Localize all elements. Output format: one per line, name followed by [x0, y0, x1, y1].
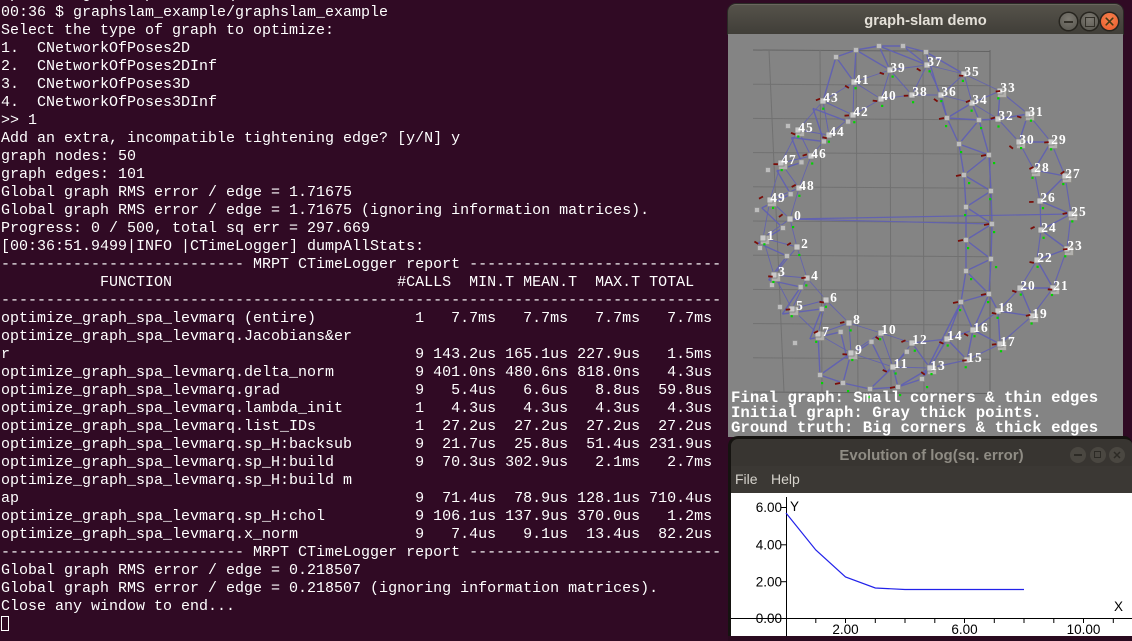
svg-text:23: 23 — [1067, 238, 1082, 253]
svg-text:37: 37 — [927, 54, 942, 69]
svg-text:45: 45 — [798, 120, 813, 135]
svg-text:28: 28 — [1034, 160, 1049, 175]
svg-text:29: 29 — [1051, 132, 1066, 147]
svg-text:31: 31 — [1028, 104, 1043, 119]
svg-text:18: 18 — [998, 300, 1013, 315]
svg-text:Y: Y — [790, 499, 799, 514]
svg-text:36: 36 — [941, 84, 956, 99]
svg-text:4.00: 4.00 — [756, 538, 782, 553]
svg-text:8: 8 — [853, 312, 861, 327]
svg-text:27: 27 — [1065, 166, 1080, 181]
svg-text:40: 40 — [881, 88, 896, 103]
svg-text:17: 17 — [1000, 334, 1015, 349]
svg-text:6.00: 6.00 — [951, 622, 977, 636]
svg-text:47: 47 — [781, 152, 796, 167]
svg-text:3: 3 — [778, 264, 786, 279]
svg-text:7: 7 — [822, 324, 830, 339]
svg-text:46: 46 — [811, 146, 826, 161]
svg-text:0: 0 — [794, 208, 802, 223]
svg-text:12: 12 — [912, 332, 927, 347]
svg-text:1: 1 — [767, 228, 775, 243]
svg-text:11: 11 — [894, 356, 909, 371]
svg-text:39: 39 — [890, 60, 905, 75]
svg-text:19: 19 — [1032, 306, 1047, 321]
svg-text:16: 16 — [973, 320, 988, 335]
svg-text:30: 30 — [1019, 132, 1034, 147]
svg-text:6: 6 — [830, 290, 838, 305]
svg-text:21: 21 — [1053, 278, 1068, 293]
svg-text:14: 14 — [947, 328, 962, 343]
svg-text:24: 24 — [1041, 220, 1056, 235]
svg-text:42: 42 — [853, 104, 868, 119]
svg-text:33: 33 — [1000, 80, 1015, 95]
svg-text:15: 15 — [967, 350, 982, 365]
svg-text:41: 41 — [854, 72, 869, 87]
svg-text:10: 10 — [881, 322, 896, 337]
svg-text:49: 49 — [770, 190, 785, 205]
svg-text:2: 2 — [801, 236, 809, 251]
svg-text:35: 35 — [964, 64, 979, 79]
svg-text:6.00: 6.00 — [756, 500, 782, 515]
svg-text:9: 9 — [855, 342, 863, 357]
svg-text:48: 48 — [799, 178, 814, 193]
svg-text:2.00: 2.00 — [832, 622, 858, 636]
svg-text:34: 34 — [972, 92, 987, 107]
svg-text:43: 43 — [823, 90, 838, 105]
svg-text:0.00: 0.00 — [756, 611, 782, 626]
svg-text:X: X — [1114, 599, 1123, 614]
svg-text:44: 44 — [829, 124, 844, 139]
svg-text:2.00: 2.00 — [756, 575, 782, 590]
svg-text:20: 20 — [1020, 278, 1035, 293]
svg-text:32: 32 — [998, 108, 1013, 123]
svg-text:25: 25 — [1071, 204, 1086, 219]
svg-text:38: 38 — [912, 84, 927, 99]
svg-text:26: 26 — [1040, 190, 1055, 205]
svg-text:5: 5 — [796, 298, 804, 313]
svg-text:4: 4 — [811, 268, 819, 283]
svg-text:22: 22 — [1037, 250, 1052, 265]
svg-text:10.00: 10.00 — [1067, 622, 1101, 636]
svg-text:13: 13 — [930, 358, 945, 373]
